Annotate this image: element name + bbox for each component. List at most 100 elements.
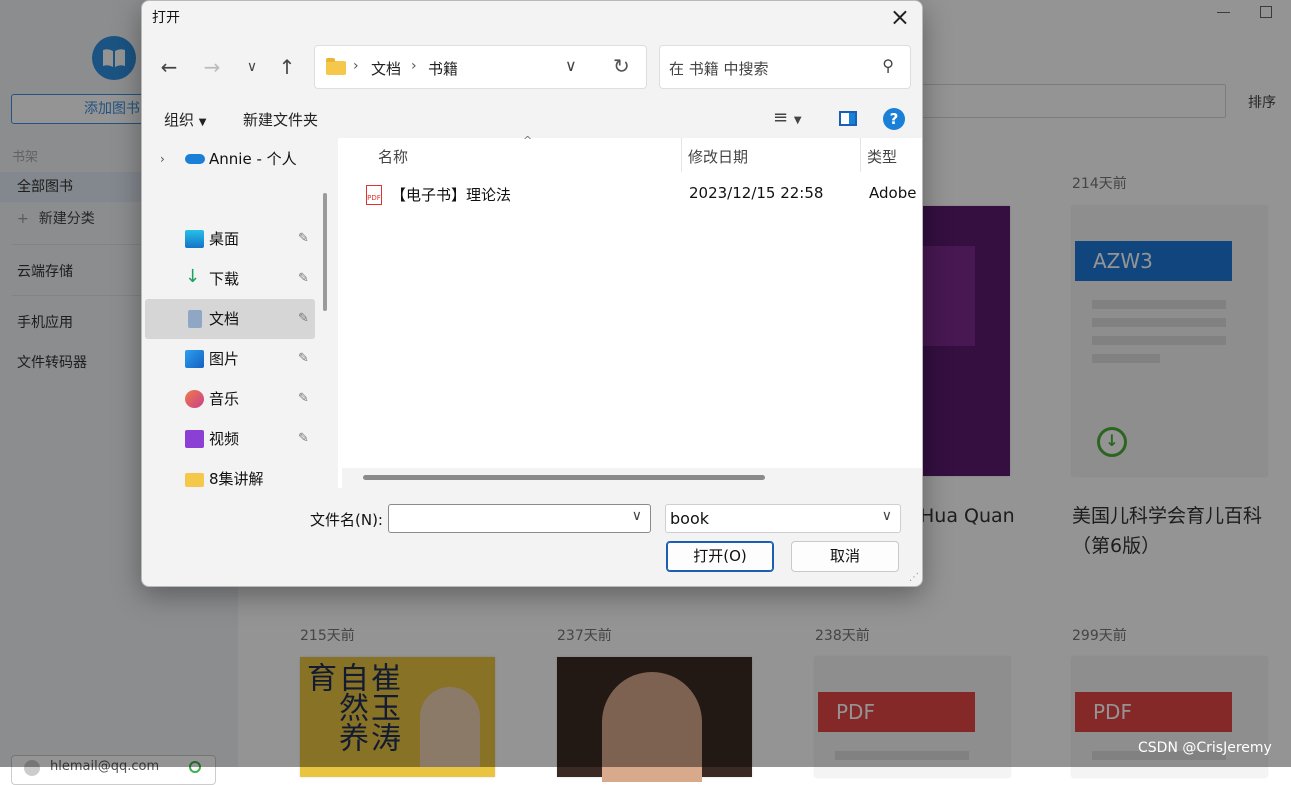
book-cover[interactable]: PDF [1072,657,1267,777]
cover-line [835,751,969,760]
folder-icon [185,473,204,487]
sort-button[interactable]: 排序 [1248,92,1276,112]
nav-item-documents[interactable]: 文档 ✎ [145,299,315,339]
column-divider[interactable] [681,138,682,172]
account-box[interactable]: hlemail@qq.com [11,755,216,785]
resize-grip-icon[interactable]: ⋰ [909,572,919,583]
nav-item-music[interactable]: 音乐 ✎ [145,379,315,419]
book-added-days: 299天前 [1072,628,1127,644]
nav-item-label: 文档 [209,310,240,328]
onedrive-icon [185,154,205,164]
organize-menu[interactable]: 组织 ▼ [164,109,207,130]
cover-format-badge: AZW3 [1075,241,1232,281]
navigation-scrollbar[interactable] [323,193,327,311]
book-title[interactable]: 美国儿科学会育儿百科（第6版） [1072,501,1282,561]
recent-locations-chevron-icon[interactable]: ∨ [238,55,266,79]
nav-item-label: 图片 [209,350,240,368]
maximize-icon[interactable] [1260,6,1272,18]
nav-item-downloads[interactable]: ↓ 下载 ✎ [145,259,315,299]
pin-icon[interactable]: ✎ [298,419,309,459]
expand-chevron-icon[interactable]: › [160,139,165,179]
nav-item-desktop[interactable]: 桌面 ✎ [145,219,315,259]
file-list: ^ 名称 修改日期 类型 PDF 【电子书】理论法 2023/12/15 22:… [338,134,922,488]
chevron-right-icon: › [353,58,359,74]
file-type-select[interactable]: book ∨ [665,504,901,533]
horizontal-scrollbar-thumb[interactable] [363,475,765,480]
download-icon: ↓ [185,266,201,287]
organize-label: 组织 [164,111,195,129]
nav-item-videos[interactable]: 视频 ✎ [145,419,315,459]
watermark: CSDN @CrisJeremy [1138,740,1272,756]
folder-icon [326,58,346,75]
library-search-input[interactable] [900,84,1226,118]
pin-icon[interactable]: ✎ [298,219,309,259]
pin-icon[interactable]: ✎ [298,259,309,299]
sidebar-item-cloud[interactable]: 云端存储 [17,261,73,281]
address-bar[interactable]: › 文档 › 书籍 ∨ ↻ [314,45,647,89]
filename-input[interactable]: ∨ [388,504,651,533]
up-arrow-icon[interactable]: ↑ [273,55,301,79]
refresh-icon[interactable]: ↻ [613,54,630,78]
column-header-type[interactable]: 类型 [867,146,897,167]
book-added-days: 238天前 [815,628,870,644]
sort-ascending-icon: ^ [523,134,533,147]
music-icon [185,390,204,408]
back-arrow-icon[interactable]: ← [155,55,183,79]
nav-item-label: 8集讲解 [209,470,264,488]
nav-item-label: 下载 [209,270,240,288]
open-button[interactable]: 打开(O) [666,541,774,572]
pin-icon[interactable]: ✎ [298,299,309,339]
sidebar-item-mobile[interactable]: 手机应用 [17,312,73,332]
shelf-heading: 书架 [12,150,39,165]
chevron-down-icon[interactable]: ∨ [565,56,577,75]
breadcrumb-books[interactable]: 书籍 [428,58,458,79]
forward-arrow-icon[interactable]: → [198,55,226,79]
cover-format-badge: PDF [1075,692,1232,732]
pin-icon[interactable]: ✎ [298,379,309,419]
pin-icon[interactable]: ✎ [298,339,309,379]
sidebar-item-converter[interactable]: 文件转码器 [17,352,87,372]
book-title[interactable]: Hua Quan [920,501,1015,531]
column-header-name[interactable]: 名称 [378,146,408,167]
download-icon[interactable]: ↓ [1097,427,1127,457]
cover-line [1092,300,1226,309]
preview-pane-icon[interactable] [839,111,857,126]
sync-icon [189,761,201,773]
nav-item-label: Annie - 个人 [209,150,297,168]
search-placeholder: 在 书籍 中搜索 [669,60,769,78]
chevron-down-icon[interactable]: ∨ [882,508,892,524]
cover-portrait [602,672,702,782]
new-category-button[interactable]: + 新建分类 [17,208,95,228]
column-header-modified[interactable]: 修改日期 [688,146,748,167]
minimize-icon[interactable] [1217,12,1230,13]
chevron-down-icon[interactable]: ∨ [632,508,642,524]
cover-title-text: 崔玉涛 自然养育 [301,662,400,752]
cover-portrait [420,687,480,767]
cover-line [1092,336,1226,345]
documents-icon [188,310,202,328]
video-icon [185,430,204,448]
book-cover[interactable]: PDF [815,657,1010,777]
file-row[interactable]: 【电子书】理论法 2023/12/15 22:58 Adobe [363,184,922,208]
book-cover[interactable] [557,657,752,782]
nav-item-label: 音乐 [209,390,240,408]
column-divider[interactable] [860,138,861,172]
cancel-button[interactable]: 取消 [791,541,899,572]
cover-line [1092,354,1160,363]
view-options-icon[interactable]: ≡ ▼ [773,107,802,128]
nav-item-label: 视频 [209,430,240,448]
close-icon[interactable]: × [890,3,910,31]
help-icon[interactable]: ? [883,108,905,130]
breadcrumb-documents[interactable]: 文档 [371,58,401,79]
book-added-days: 214天前 [1072,176,1127,192]
nav-item-pictures[interactable]: 图片 ✎ [145,339,315,379]
nav-item-folder[interactable]: 8集讲解 [145,459,315,499]
new-folder-button[interactable]: 新建文件夹 [243,109,318,130]
desktop-icon [185,230,204,248]
book-cover[interactable]: AZW3 ↓ [1072,206,1267,476]
file-modified: 2023/12/15 22:58 [689,184,824,202]
app-logo [92,36,136,80]
search-input[interactable]: 在 书籍 中搜索 ⚲ [659,45,911,89]
book-cover[interactable]: 崔玉涛 自然养育 [300,657,495,777]
nav-item-onedrive[interactable]: › Annie - 个人 [145,139,315,179]
